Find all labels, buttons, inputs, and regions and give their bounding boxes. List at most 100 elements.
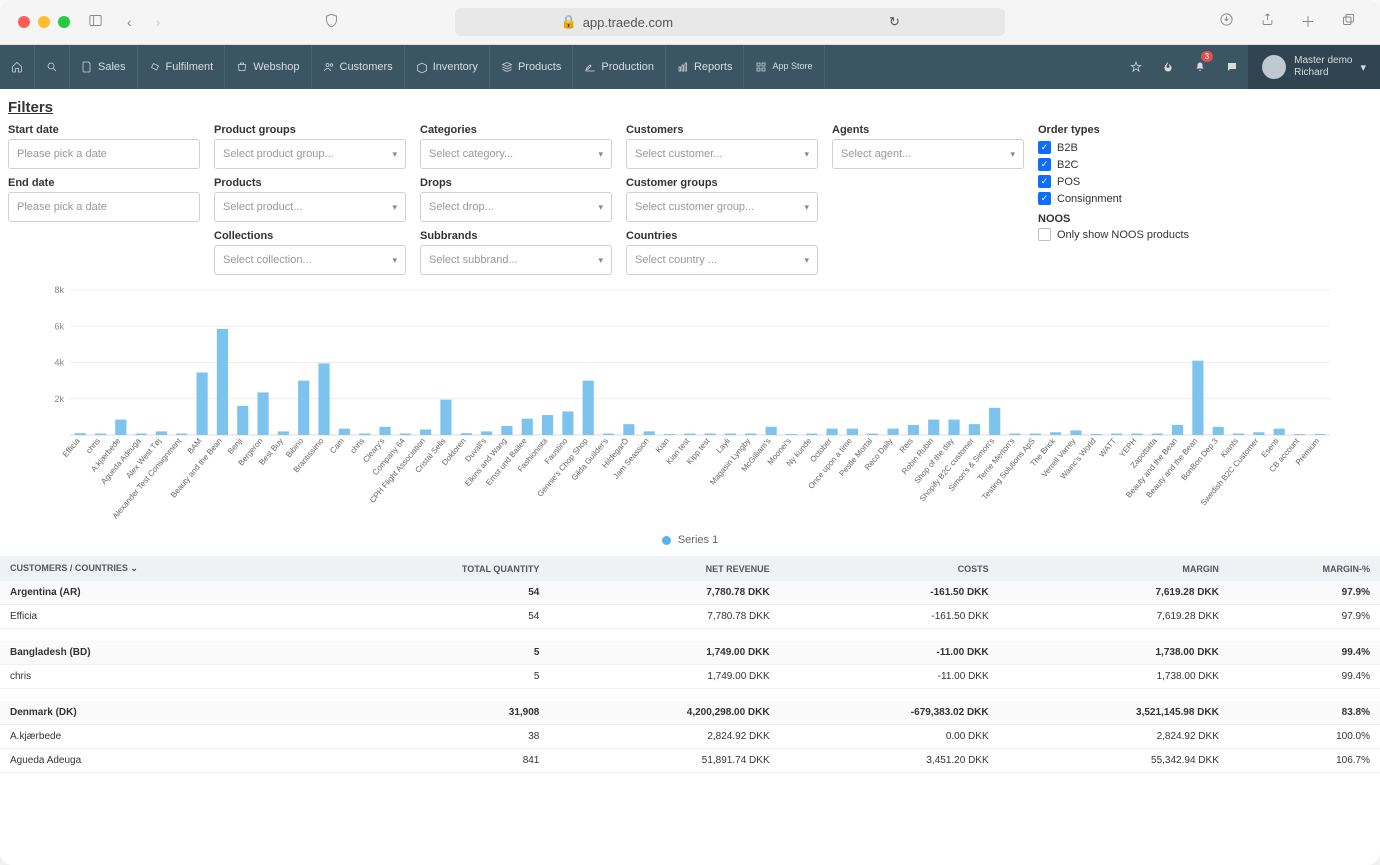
bar[interactable] <box>542 415 553 435</box>
bar[interactable] <box>1131 434 1142 435</box>
bar[interactable] <box>440 400 451 435</box>
tabs-icon[interactable] <box>1335 8 1362 36</box>
order-type-checkbox-pos[interactable]: ✓ <box>1038 175 1051 188</box>
reload-icon[interactable]: ↻ <box>889 14 900 30</box>
table-row[interactable]: A.kjærbede382,824.92 DKK0.00 DKK2,824.92… <box>0 725 1380 749</box>
sidebar-toggle-icon[interactable] <box>82 9 109 35</box>
bar[interactable] <box>928 420 939 435</box>
bar[interactable] <box>908 425 919 435</box>
bar[interactable] <box>156 431 167 435</box>
nav-production[interactable]: Production <box>573 45 666 89</box>
customers-select[interactable]: Select customer... <box>626 139 818 169</box>
bar[interactable] <box>969 424 980 435</box>
nav-sales[interactable]: Sales <box>70 45 138 89</box>
bar[interactable] <box>1091 434 1102 435</box>
bar[interactable] <box>623 424 634 435</box>
user-menu[interactable]: Master demo Richard ▾ <box>1248 45 1380 89</box>
bar[interactable] <box>379 427 390 435</box>
bar[interactable] <box>786 434 797 435</box>
nav-app-store[interactable]: App Store <box>744 45 824 89</box>
products-select[interactable]: Select product... <box>214 192 406 222</box>
bar[interactable] <box>501 426 512 435</box>
address-bar[interactable]: 🔒 app.traede.com ↻ <box>455 8 1005 36</box>
end-date-input[interactable]: Please pick a date <box>8 192 200 222</box>
bar[interactable] <box>644 431 655 435</box>
noos-checkbox[interactable] <box>1038 228 1051 241</box>
bar[interactable] <box>1009 434 1020 435</box>
bar[interactable] <box>278 431 289 435</box>
new-tab-icon[interactable]: ＋ <box>1295 8 1321 36</box>
forward-icon[interactable]: › <box>150 10 167 34</box>
bar[interactable] <box>1253 432 1264 435</box>
fire-icon[interactable] <box>1152 45 1184 89</box>
bar[interactable] <box>1233 434 1244 435</box>
drops-select[interactable]: Select drop... <box>420 192 612 222</box>
table-row[interactable]: Denmark (DK)31,9084,200,298.00 DKK-679,3… <box>0 701 1380 725</box>
bar[interactable] <box>887 429 898 435</box>
bar[interactable] <box>867 434 878 435</box>
bar[interactable] <box>522 419 533 435</box>
nav-home[interactable] <box>0 45 35 89</box>
bar[interactable] <box>257 392 268 435</box>
back-icon[interactable]: ‹ <box>121 10 138 34</box>
nav-search[interactable] <box>35 45 70 89</box>
bar[interactable] <box>1213 427 1224 435</box>
bar[interactable] <box>481 431 492 435</box>
categories-select[interactable]: Select category... <box>420 139 612 169</box>
bar[interactable] <box>1050 432 1061 435</box>
bar[interactable] <box>827 429 838 435</box>
bar[interactable] <box>1070 430 1081 435</box>
order-type-checkbox-b2b[interactable]: ✓ <box>1038 141 1051 154</box>
bar[interactable] <box>461 433 472 435</box>
bar[interactable] <box>806 434 817 435</box>
bar[interactable] <box>664 434 675 435</box>
table-row[interactable]: Agueda Adeuga84151,891.74 DKK3,451.20 DK… <box>0 749 1380 773</box>
bar[interactable] <box>197 372 208 435</box>
nav-reports[interactable]: Reports <box>666 45 745 89</box>
bar[interactable] <box>298 381 309 435</box>
product-groups-select[interactable]: Select product group... <box>214 139 406 169</box>
chat-icon[interactable] <box>1216 45 1248 89</box>
window-maximize[interactable] <box>58 16 70 28</box>
customer-groups-select[interactable]: Select customer group... <box>626 192 818 222</box>
bar[interactable] <box>583 381 594 435</box>
bar[interactable] <box>1294 434 1305 435</box>
bar[interactable] <box>562 411 573 435</box>
bar[interactable] <box>766 427 777 435</box>
nav-fulfilment[interactable]: Fulfilment <box>138 45 226 89</box>
bar[interactable] <box>745 434 756 435</box>
download-icon[interactable] <box>1213 8 1240 36</box>
bell-icon[interactable]: 3 <box>1184 45 1216 89</box>
share-icon[interactable] <box>1254 8 1281 36</box>
window-close[interactable] <box>18 16 30 28</box>
bar[interactable] <box>1192 361 1203 435</box>
bar[interactable] <box>1172 425 1183 435</box>
bar[interactable] <box>318 363 329 435</box>
nav-customers[interactable]: Customers <box>312 45 405 89</box>
bar[interactable] <box>1030 434 1041 435</box>
bar[interactable] <box>359 434 370 435</box>
bar[interactable] <box>684 434 695 435</box>
countries-select[interactable]: Select country ... <box>626 245 818 275</box>
table-row[interactable]: chris51,749.00 DKK-11.00 DKK1,738.00 DKK… <box>0 665 1380 689</box>
bar[interactable] <box>115 420 126 435</box>
bar[interactable] <box>705 434 716 435</box>
bar[interactable] <box>136 434 147 435</box>
table-row[interactable]: Argentina (AR)547,780.78 DKK-161.50 DKK7… <box>0 581 1380 605</box>
bar[interactable] <box>237 406 248 435</box>
bar[interactable] <box>603 434 614 435</box>
bar[interactable] <box>339 429 350 435</box>
nav-inventory[interactable]: Inventory <box>405 45 490 89</box>
subbrands-select[interactable]: Select subbrand... <box>420 245 612 275</box>
bar[interactable] <box>847 429 858 435</box>
collections-select[interactable]: Select collection... <box>214 245 406 275</box>
bar[interactable] <box>420 430 431 435</box>
bar[interactable] <box>948 420 959 435</box>
bar[interactable] <box>1314 434 1325 435</box>
table-row[interactable]: Bangladesh (BD)51,749.00 DKK-11.00 DKK1,… <box>0 641 1380 665</box>
table-row[interactable]: Efficia547,780.78 DKK-161.50 DKK7,619.28… <box>0 605 1380 629</box>
bar[interactable] <box>75 433 86 435</box>
bar[interactable] <box>989 408 1000 435</box>
agents-select[interactable]: Select agent... <box>832 139 1024 169</box>
order-type-checkbox-b2c[interactable]: ✓ <box>1038 158 1051 171</box>
